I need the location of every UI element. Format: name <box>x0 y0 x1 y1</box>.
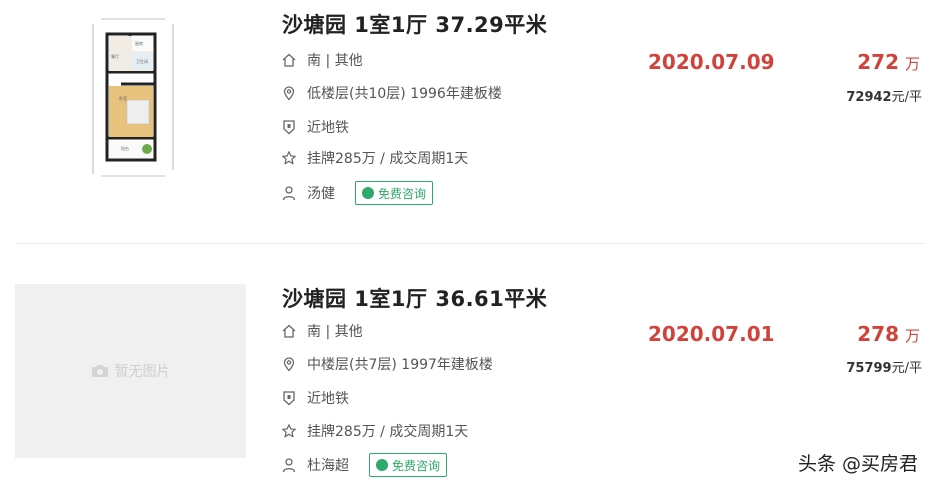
agent-name[interactable]: 汤健 <box>307 183 335 203</box>
unit-price-suffix: 元/平 <box>891 361 922 376</box>
camera-icon <box>91 365 108 377</box>
subway-shield-icon <box>281 390 297 406</box>
free-consult-button[interactable]: 免费咨询 <box>355 181 434 205</box>
watermark: 头条 @买房君 <box>797 453 918 475</box>
orientation-text: 南 | 其他 <box>307 53 363 69</box>
deal-date: 2020.07.01 <box>648 322 775 346</box>
listing-divider <box>15 243 925 244</box>
star-icon <box>281 423 297 439</box>
agent-row: 杜海超 免费咨询 <box>281 453 448 477</box>
unit-price: 72942元/平 <box>846 86 922 105</box>
subway-text: 近地铁 <box>307 391 349 407</box>
person-icon <box>281 457 297 473</box>
agent-row: 汤健 免费咨询 <box>281 181 434 205</box>
person-icon <box>281 185 297 201</box>
chat-bubble-icon <box>362 182 374 199</box>
subway-text: 近地铁 <box>307 120 349 136</box>
home-icon <box>281 323 297 339</box>
orientation-row: 南 | 其他 <box>281 49 363 71</box>
star-icon <box>281 150 297 166</box>
subway-row: 近地铁 <box>281 116 349 138</box>
consult-label: 免费咨询 <box>392 458 441 473</box>
consult-label: 免费咨询 <box>378 186 427 201</box>
total-price-unit: 万 <box>904 55 920 73</box>
floor-text: 中楼层(共7层) 1997年建板楼 <box>307 357 493 373</box>
floor-row: 中楼层(共7层) 1997年建板楼 <box>281 353 493 375</box>
subway-shield-icon <box>281 119 297 135</box>
unit-price-value: 75799 <box>846 361 892 376</box>
svg-text:厨房: 厨房 <box>135 40 143 46</box>
unit-price-suffix: 元/平 <box>891 90 922 105</box>
listing-info-text: 挂牌285万 / 成交周期1天 <box>307 151 469 167</box>
subway-row: 近地铁 <box>281 387 349 409</box>
floor-plan-image[interactable]: 餐厅 厨房 卫生间 卧室 阳台 <box>15 10 246 184</box>
total-price: 272 万 <box>857 50 920 74</box>
orientation-row: 南 | 其他 <box>281 320 363 342</box>
chat-bubble-icon <box>376 454 388 471</box>
total-price-value: 272 <box>857 50 899 74</box>
deal-date: 2020.07.09 <box>648 50 775 74</box>
floor-plan-drawing: 餐厅 厨房 卫生间 卧室 阳台 <box>92 18 174 177</box>
svg-text:餐厅: 餐厅 <box>111 53 119 59</box>
location-pin-icon <box>281 85 297 101</box>
svg-text:卫生间: 卫生间 <box>136 58 148 64</box>
svg-text:阳台: 阳台 <box>121 145 129 151</box>
total-price-value: 278 <box>857 322 899 346</box>
unit-price-value: 72942 <box>846 90 892 105</box>
location-pin-icon <box>281 356 297 372</box>
svg-text:卧室: 卧室 <box>119 95 127 101</box>
agent-name[interactable]: 杜海超 <box>307 455 349 475</box>
listing-info-row: 挂牌285万 / 成交周期1天 <box>281 420 468 442</box>
listing-info-text: 挂牌285万 / 成交周期1天 <box>307 424 469 440</box>
listing-card[interactable]: 餐厅 厨房 卫生间 卧室 阳台 沙塘园 1室1厅 37.29平米 南 | 其他 … <box>0 0 930 245</box>
no-image-text: 暂无图片 <box>114 364 171 380</box>
floor-text: 低楼层(共10层) 1996年建板楼 <box>307 86 502 102</box>
home-icon <box>281 52 297 68</box>
free-consult-button[interactable]: 免费咨询 <box>369 453 448 477</box>
unit-price: 75799元/平 <box>846 357 922 376</box>
total-price: 278 万 <box>857 322 920 346</box>
orientation-text: 南 | 其他 <box>307 324 363 340</box>
floor-row: 低楼层(共10层) 1996年建板楼 <box>281 82 502 104</box>
total-price-unit: 万 <box>904 327 920 345</box>
no-image-label: 暂无图片 <box>15 284 246 458</box>
listing-info-row: 挂牌285万 / 成交周期1天 <box>281 147 468 169</box>
listing-title[interactable]: 沙塘园 1室1厅 36.61平米 <box>282 283 547 313</box>
no-image-placeholder[interactable]: 暂无图片 <box>15 284 246 458</box>
listing-card[interactable]: 暂无图片 沙塘园 1室1厅 36.61平米 南 | 其他 中楼层(共7层) 19… <box>0 245 930 490</box>
listing-title[interactable]: 沙塘园 1室1厅 37.29平米 <box>282 9 547 39</box>
